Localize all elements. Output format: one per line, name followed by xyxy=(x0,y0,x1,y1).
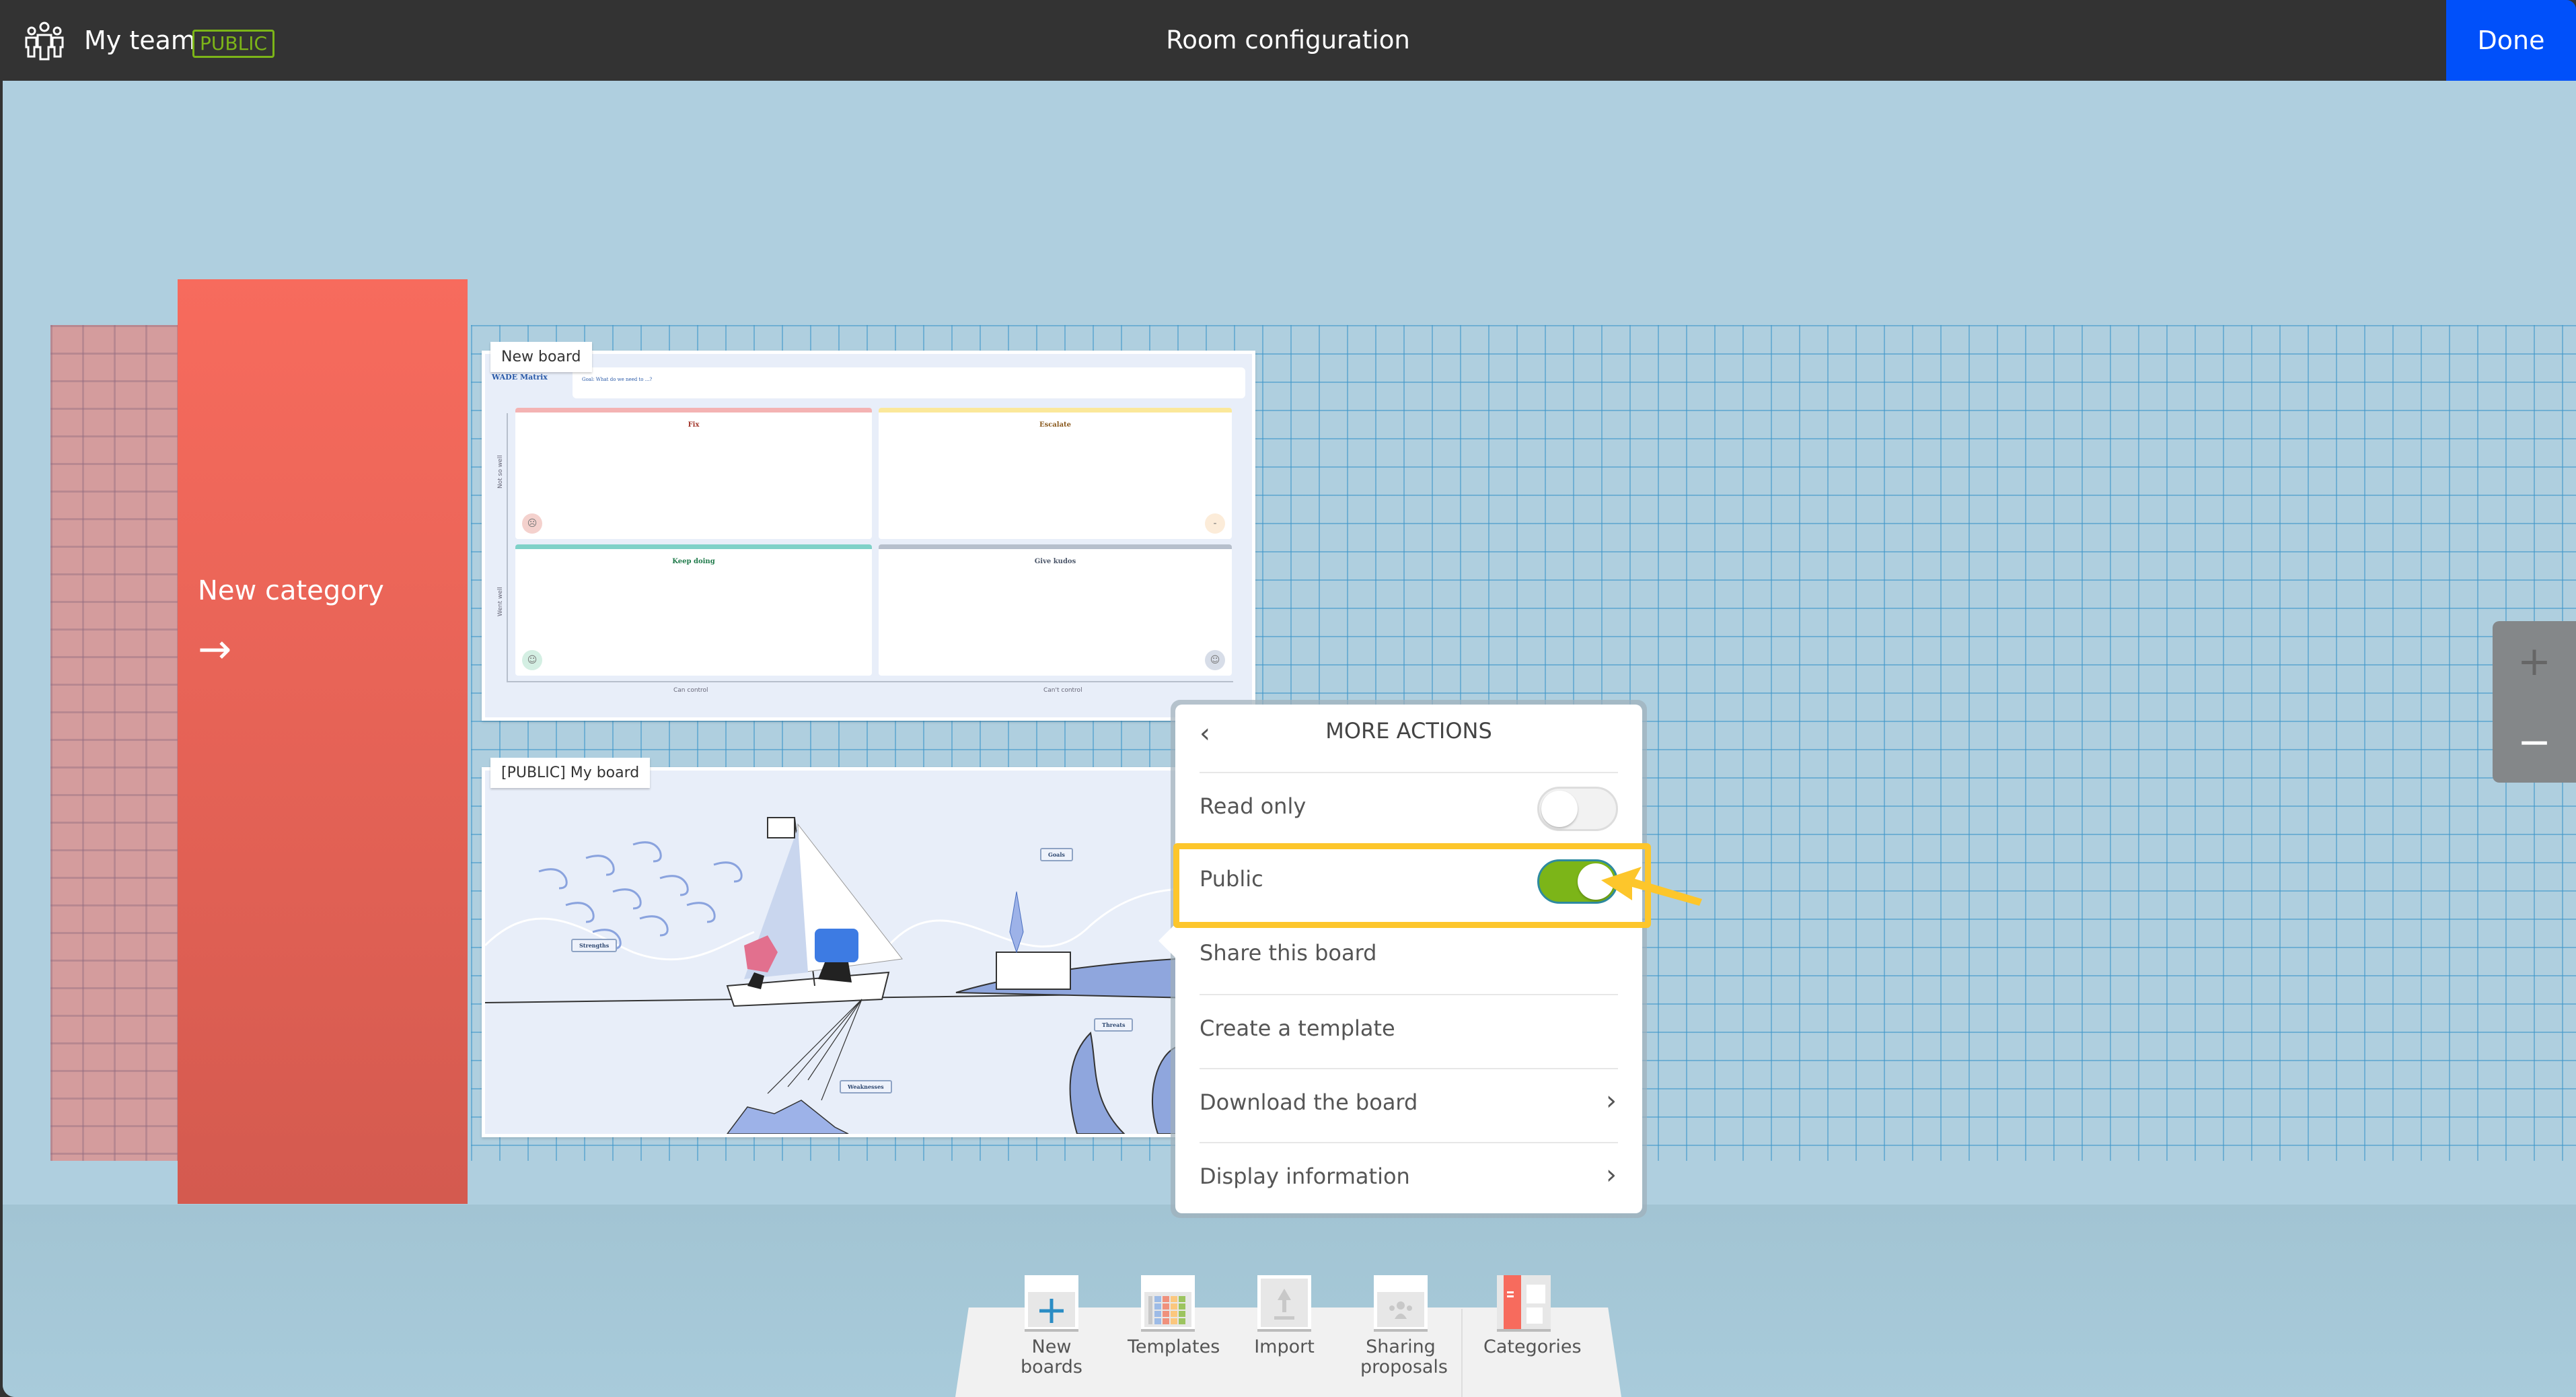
axis-label-not-so-well: Not so well xyxy=(497,455,504,489)
page-title: Room configuration xyxy=(1166,26,1410,55)
menu-item-label: Display information xyxy=(1200,1163,1410,1189)
quadrant-fix: Fix ☹ xyxy=(515,408,872,539)
dock-sharing-proposals[interactable]: Sharing proposals xyxy=(1360,1275,1448,1377)
more-actions-popover: ‹ MORE ACTIONS Read only Public Share th… xyxy=(1175,705,1642,1213)
popover-header: ‹ MORE ACTIONS xyxy=(1175,705,1642,758)
quadrant-title: Give kudos xyxy=(1034,558,1076,565)
board-card-public-my-board[interactable]: Strengths Goals Threats Weaknesses xyxy=(482,767,1255,1137)
zoom-controls: + − xyxy=(2493,621,2576,783)
smile-face-icon: ☺ xyxy=(1205,650,1225,670)
dock-categories[interactable]: Categories xyxy=(1483,1275,1582,1357)
quadrant-title: Fix xyxy=(688,421,700,429)
category-label: New category xyxy=(198,575,384,606)
upload-icon xyxy=(1257,1275,1311,1332)
menu-item-label: Read only xyxy=(1200,793,1307,819)
chevron-right-icon: › xyxy=(1606,1159,1617,1190)
quadrant-title: Escalate xyxy=(1039,421,1072,429)
dock-label: Import xyxy=(1254,1336,1315,1357)
axis-label-went-well: Went well xyxy=(497,587,504,616)
happy-face-icon: ☺ xyxy=(522,650,542,670)
highlight-box xyxy=(1173,843,1651,928)
x-axis xyxy=(507,681,1233,682)
popover-title: MORE ACTIONS xyxy=(1325,718,1492,744)
quadrant-give-kudos: Give kudos ☺ xyxy=(879,544,1232,676)
categories-icon xyxy=(1497,1275,1551,1332)
board-card-new-board[interactable]: WADE Matrix Goal: What do we need to ...… xyxy=(482,351,1255,721)
menu-item-label: Create a template xyxy=(1200,1015,1395,1041)
category-grid xyxy=(50,325,185,1161)
sailboat-illustration xyxy=(485,817,1252,1134)
top-bar: My team PUBLIC Room configuration Done xyxy=(0,0,2576,81)
menu-item-share-this-board[interactable]: Share this board xyxy=(1200,920,1618,994)
goal-box: Goal: What do we need to ...? xyxy=(573,367,1245,398)
menu-item-display-information[interactable]: Display information › xyxy=(1200,1142,1618,1217)
swot-label-goals: Goals xyxy=(1040,848,1073,861)
dock-label: Sharing proposals xyxy=(1360,1336,1448,1377)
toggle-knob xyxy=(1541,791,1578,827)
board-title-tab[interactable]: New board xyxy=(490,342,592,372)
y-axis xyxy=(507,413,508,682)
swot-label-weaknesses: Weaknesses xyxy=(840,1080,892,1094)
menu-item-create-a-template[interactable]: Create a template xyxy=(1200,994,1618,1069)
done-button[interactable]: Done xyxy=(2446,0,2576,81)
menu-item-label: Download the board xyxy=(1200,1089,1418,1115)
templates-icon xyxy=(1141,1275,1195,1332)
annotation-arrow-icon xyxy=(1601,867,1702,906)
sharing-icon xyxy=(1374,1275,1428,1332)
popover-pointer xyxy=(1158,922,1177,960)
read-only-toggle[interactable] xyxy=(1537,787,1618,831)
quadrant-title: Keep doing xyxy=(672,558,715,565)
quadrant-bar xyxy=(515,544,872,549)
menu-item-label: Share this board xyxy=(1200,940,1377,966)
dock-label: New boards xyxy=(1020,1336,1083,1377)
quadrant-bar xyxy=(879,408,1232,413)
quadrant-keep-doing: Keep doing ☺ xyxy=(515,544,872,676)
dock-label: Categories xyxy=(1483,1336,1582,1357)
dock-templates[interactable]: Templates xyxy=(1128,1275,1220,1357)
room-configuration-app: My team PUBLIC Room configuration Done N… xyxy=(0,0,2576,1397)
arrow-right-icon[interactable]: → xyxy=(198,629,231,670)
menu-item-download-the-board[interactable]: Download the board › xyxy=(1200,1068,1618,1143)
quadrant-bar xyxy=(879,544,1232,549)
axis-label-can-control: Can control xyxy=(673,687,708,694)
category-card[interactable]: New category → xyxy=(178,279,468,1204)
zoom-in-button[interactable]: + xyxy=(2493,621,2576,702)
goal-text: Goal: What do we need to ...? xyxy=(582,377,653,382)
menu-item-read-only[interactable]: Read only xyxy=(1200,772,1618,847)
swot-label-threats: Threats xyxy=(1094,1018,1134,1032)
board-title-tab[interactable]: [PUBLIC] My board xyxy=(490,758,651,788)
zoom-out-button[interactable]: − xyxy=(2493,702,2576,783)
sad-face-icon: ☹ xyxy=(522,513,542,534)
axis-label-cant-control: Can't control xyxy=(1043,687,1082,694)
quadrant-escalate: Escalate ‐ xyxy=(879,408,1232,539)
dock-import[interactable]: Import xyxy=(1244,1275,1325,1357)
quadrant-bar xyxy=(515,408,872,413)
dock-label: Templates xyxy=(1128,1336,1220,1357)
neutral-face-icon: ‐ xyxy=(1205,513,1225,534)
swot-label-strengths: Strengths xyxy=(571,939,618,952)
plus-icon xyxy=(1025,1275,1078,1332)
dock-separator xyxy=(1461,1309,1463,1397)
template-title: WADE Matrix xyxy=(492,373,548,382)
dock-new-boards[interactable]: New boards xyxy=(1011,1275,1092,1377)
chevron-right-icon: › xyxy=(1606,1085,1617,1116)
